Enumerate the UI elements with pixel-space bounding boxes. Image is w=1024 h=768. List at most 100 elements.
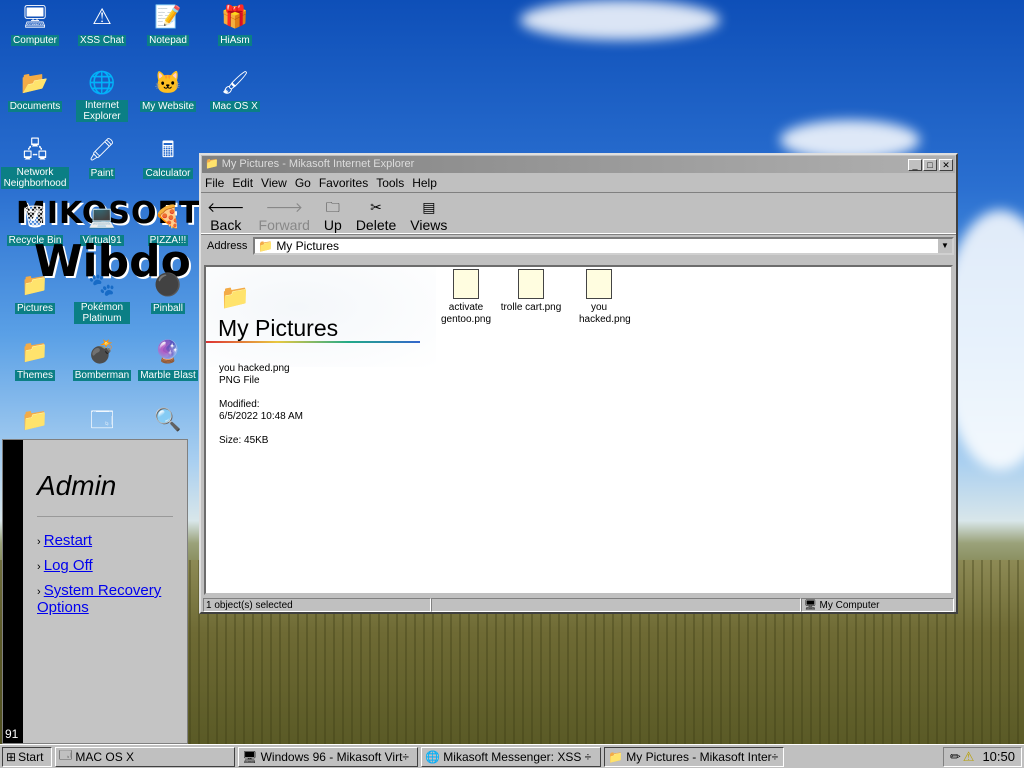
clock: 10:50 [982, 749, 1015, 764]
desktop-icon-notepad[interactable]: 📝 Notepad [133, 2, 203, 46]
desktop-icon-network[interactable]: 🖧 Network Neighborhood [0, 135, 70, 189]
maximize-button[interactable]: □ [923, 158, 937, 171]
taskbar-button-messenger[interactable]: 🌐 Mikasoft Messenger: XSS ÷ [421, 746, 601, 767]
address-input[interactable]: 📁 My Pictures ▼ [253, 237, 954, 255]
virtual-pc-icon: 💻 [88, 204, 116, 229]
desktop-icon-folder[interactable]: 📁 [0, 405, 70, 437]
up-folder-icon: 🗀 [325, 199, 340, 215]
logoff-link-row: › Log Off [37, 557, 93, 574]
window-titlebar[interactable]: 📁 My Pictures - Mikasoft Internet Explor… [202, 156, 955, 173]
start-menu: 91 Admin › Restart › Log Off › System Re… [2, 439, 188, 744]
views-icon: ▤ [422, 199, 436, 215]
taskbar-button-windows96[interactable]: 🖥 Windows 96 - Mikasoft Virt÷ [238, 746, 418, 767]
pen-icon[interactable]: ✏ [950, 749, 961, 765]
desktop-icon-paint[interactable]: 🖍 Paint [67, 135, 137, 179]
hiasm-icon: 🎁 [221, 4, 249, 29]
pokemon-icon: 🐾 [88, 272, 116, 297]
selected-type: PNG File [219, 375, 260, 386]
network-icon: 🖧 [22, 137, 48, 162]
folder-icon: 📁 [21, 272, 49, 297]
recovery-link-row: › System Recovery Options [37, 582, 162, 616]
desktop-icon-search[interactable]: 🔍 [133, 405, 203, 437]
app-icon: 🗔 [59, 748, 73, 762]
forward-button[interactable]: 🡒 Forward [259, 199, 310, 233]
taskbar: ⊞ Start 🗔 MAC OS X 🖥 Windows 96 - Mikasof… [0, 744, 1024, 768]
log-off-link[interactable]: Log Off [44, 557, 93, 574]
desktop-icon-calculator[interactable]: 🖩 Calculator [133, 135, 203, 179]
ie-icon: 🌐 [88, 70, 116, 95]
restart-link-row: › Restart [37, 532, 93, 549]
desktop-icon-computer[interactable]: 🖥 Computer [0, 2, 70, 46]
address-label: Address [207, 240, 248, 252]
sidebar-label: 91 [5, 727, 19, 741]
menu-view[interactable]: View [261, 176, 287, 190]
taskbar-button-my-pictures[interactable]: 📁 My Pictures - Mikasoft Inter÷ [604, 746, 784, 767]
folder-heading: My Pictures [218, 315, 339, 341]
png-file-icon [586, 269, 612, 299]
address-bar: Address 📁 My Pictures ▼ [201, 234, 956, 257]
folder-icon: 📂 [21, 70, 49, 95]
menu-favorites[interactable]: Favorites [319, 176, 368, 190]
back-button[interactable]: 🡐 Back [207, 199, 245, 233]
forward-arrow-icon: 🡒 [265, 199, 303, 215]
menu-edit[interactable]: Edit [232, 176, 253, 190]
folder-content: 📁 My Pictures you hacked.png PNG File Mo… [204, 265, 953, 595]
desktop-icon-pinball[interactable]: ⚫ Pinball [133, 270, 203, 314]
bomberman-icon: 💣 [88, 339, 116, 364]
desktop-icon-window[interactable]: 🗔 [67, 405, 137, 437]
restart-link[interactable]: Restart [44, 532, 92, 549]
start-menu-sidebar: 91 [3, 440, 23, 743]
menu-help[interactable]: Help [412, 176, 437, 190]
folder-icon: 📁 [258, 239, 274, 253]
delete-button[interactable]: ✂ Delete [356, 199, 396, 233]
desktop-icon-documents[interactable]: 📂 Documents [0, 68, 70, 112]
menu-bar: File Edit View Go Favorites Tools Help [201, 174, 956, 192]
warning-chat-icon: ⚠ [92, 4, 112, 29]
back-arrow-icon: 🡐 [207, 199, 245, 215]
up-button[interactable]: 🗀 Up [324, 199, 342, 233]
status-middle [431, 598, 801, 612]
desktop-icon-pokemon[interactable]: 🐾 Pokémon Platinum [67, 270, 137, 324]
desktop-icon-hiasm[interactable]: 🎁 HiAsm [200, 2, 270, 46]
desktop-icon-internet-explorer[interactable]: 🌐 Internet Explorer [67, 68, 137, 122]
status-zone: 🖥 My Computer [801, 598, 954, 612]
status-bar: 1 object(s) selected 🖥 My Computer [203, 598, 954, 613]
taskbar-button-mac-os-x[interactable]: 🗔 MAC OS X [55, 746, 235, 767]
desktop-icon-mac-os-x[interactable]: 🖌 Mac OS X [200, 68, 270, 112]
desktop-icon-my-website[interactable]: 🐱 My Website [133, 68, 203, 112]
menu-file[interactable]: File [205, 176, 224, 190]
file-item[interactable]: you hacked.png [567, 269, 631, 326]
selected-name: you hacked.png [219, 363, 290, 374]
system-recovery-link[interactable]: System Recovery Options [37, 582, 161, 616]
dropdown-arrow-icon[interactable]: ▼ [938, 239, 952, 253]
desktop-icon-pictures[interactable]: 📁 Pictures [0, 270, 70, 314]
github-icon: 🐱 [154, 70, 182, 95]
window-title: My Pictures - Mikasoft Internet Explorer [221, 158, 415, 170]
cloud [520, 0, 720, 40]
desktop-icon-xss-chat[interactable]: ⚠ XSS Chat [67, 2, 137, 46]
close-button[interactable]: ✕ [939, 158, 953, 171]
windows-logo-icon: ⊞ [6, 749, 17, 764]
menu-go[interactable]: Go [295, 176, 311, 190]
file-item[interactable]: activate gentoo.png [434, 269, 498, 326]
desktop-icon-themes[interactable]: 📁 Themes [0, 337, 70, 381]
file-item[interactable]: trolle cart.png [499, 269, 563, 314]
desktop-icon-marble-blast[interactable]: 🔮 Marble Blast [133, 337, 203, 381]
heading-rule [206, 341, 420, 343]
calculator-icon: 🖩 [161, 137, 175, 162]
modified-value: 6/5/2022 10:48 AM [219, 411, 303, 422]
folder-icon: 📁 [220, 284, 250, 311]
file-size: Size: 45KB [219, 435, 269, 446]
pizza-icon: 🍕 [154, 204, 182, 229]
computer-icon: 🖥 [804, 600, 817, 611]
start-button[interactable]: ⊞ Start [2, 746, 52, 767]
divider [37, 516, 173, 517]
desktop-icon-bomberman[interactable]: 💣 Bomberman [67, 337, 137, 381]
minimize-button[interactable]: _ [908, 158, 922, 171]
warning-icon[interactable]: ⚠ [963, 749, 975, 765]
system-tray: ✏ ⚠ 10:50 [942, 746, 1022, 767]
notepad-icon: 📝 [154, 4, 182, 29]
window-icon: 🗔 [90, 407, 114, 432]
menu-tools[interactable]: Tools [376, 176, 404, 190]
views-button[interactable]: ▤ Views [410, 199, 447, 233]
